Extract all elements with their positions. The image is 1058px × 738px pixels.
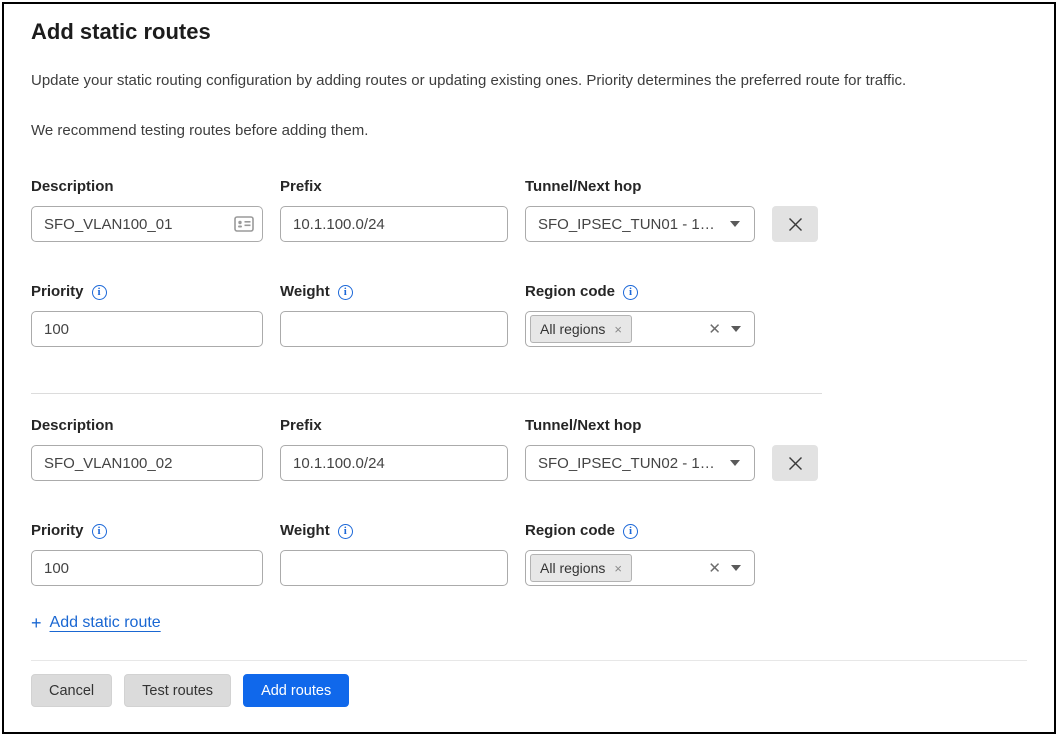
close-icon [787,216,804,233]
weight-label-text: Weight [280,521,330,541]
description-input[interactable] [31,445,263,481]
clear-selection-icon[interactable]: ✕ [708,322,721,337]
test-routes-button[interactable]: Test routes [124,674,231,707]
region-code-label-text: Region code [525,521,615,541]
priority-label: Priority i [31,521,263,541]
region-select[interactable]: All regions × ✕ [525,550,755,586]
route-divider [31,393,822,394]
info-icon[interactable]: i [623,524,638,539]
info-icon[interactable]: i [623,285,638,300]
info-icon[interactable]: i [92,524,107,539]
region-code-label-text: Region code [525,282,615,302]
priority-label: Priority i [31,282,263,302]
chip-remove-icon[interactable]: × [614,562,622,575]
priority-input[interactable] [31,550,263,586]
region-chip-label: All regions [540,321,605,337]
tunnel-select[interactable]: SFO_IPSEC_TUN02 - 10.25... [525,445,755,481]
region-select[interactable]: All regions × ✕ [525,311,755,347]
add-routes-button[interactable]: Add routes [243,674,349,707]
route-block-2: Description Prefix Tunnel/Next hop SFO_I… [31,416,1027,586]
region-chip: All regions × [530,315,632,343]
weight-input[interactable] [280,311,508,347]
page-title: Add static routes [31,18,1027,46]
description-input[interactable] [31,206,263,242]
remove-route-button[interactable] [772,206,818,242]
prefix-label: Prefix [280,177,508,197]
chevron-down-icon [730,221,740,227]
tunnel-select-value: SFO_IPSEC_TUN02 - 10.25... [538,455,720,472]
description-label: Description [31,177,263,197]
routes-form: Description Prefix Tunnel/Next hop [31,177,1027,632]
priority-input[interactable] [31,311,263,347]
priority-label-text: Priority [31,282,84,302]
dialog-footer: Cancel Test routes Add routes [31,660,1027,707]
description-label: Description [31,416,263,436]
dialog-recommendation: We recommend testing routes before addin… [31,121,1027,141]
route-block-1: Description Prefix Tunnel/Next hop [31,177,1027,347]
region-chip-label: All regions [540,560,605,576]
chevron-down-icon [730,460,740,466]
tunnel-select-value: SFO_IPSEC_TUN01 - 10.25... [538,216,720,233]
tunnel-label: Tunnel/Next hop [525,416,755,436]
add-static-route-row: + Add static route [31,614,1027,632]
region-code-label: Region code i [525,521,755,541]
weight-label: Weight i [280,282,508,302]
priority-label-text: Priority [31,521,84,541]
plus-icon: + [31,614,42,632]
remove-route-button[interactable] [772,445,818,481]
chip-remove-icon[interactable]: × [614,323,622,336]
region-chip: All regions × [530,554,632,582]
prefix-input[interactable] [280,445,508,481]
weight-label-text: Weight [280,282,330,302]
tunnel-select[interactable]: SFO_IPSEC_TUN01 - 10.25... [525,206,755,242]
info-icon[interactable]: i [338,285,353,300]
region-code-label: Region code i [525,282,755,302]
info-icon[interactable]: i [338,524,353,539]
add-static-routes-dialog: Add static routes Update your static rou… [2,2,1056,734]
chevron-down-icon [731,326,741,332]
close-icon [787,455,804,472]
clear-selection-icon[interactable]: ✕ [708,561,721,576]
tunnel-label: Tunnel/Next hop [525,177,755,197]
prefix-label: Prefix [280,416,508,436]
contact-card-icon [234,215,254,233]
add-static-route-link[interactable]: Add static route [50,614,161,632]
prefix-input[interactable] [280,206,508,242]
weight-input[interactable] [280,550,508,586]
chevron-down-icon [731,565,741,571]
cancel-button[interactable]: Cancel [31,674,112,707]
dialog-description: Update your static routing configuration… [31,71,1027,91]
info-icon[interactable]: i [92,285,107,300]
weight-label: Weight i [280,521,508,541]
